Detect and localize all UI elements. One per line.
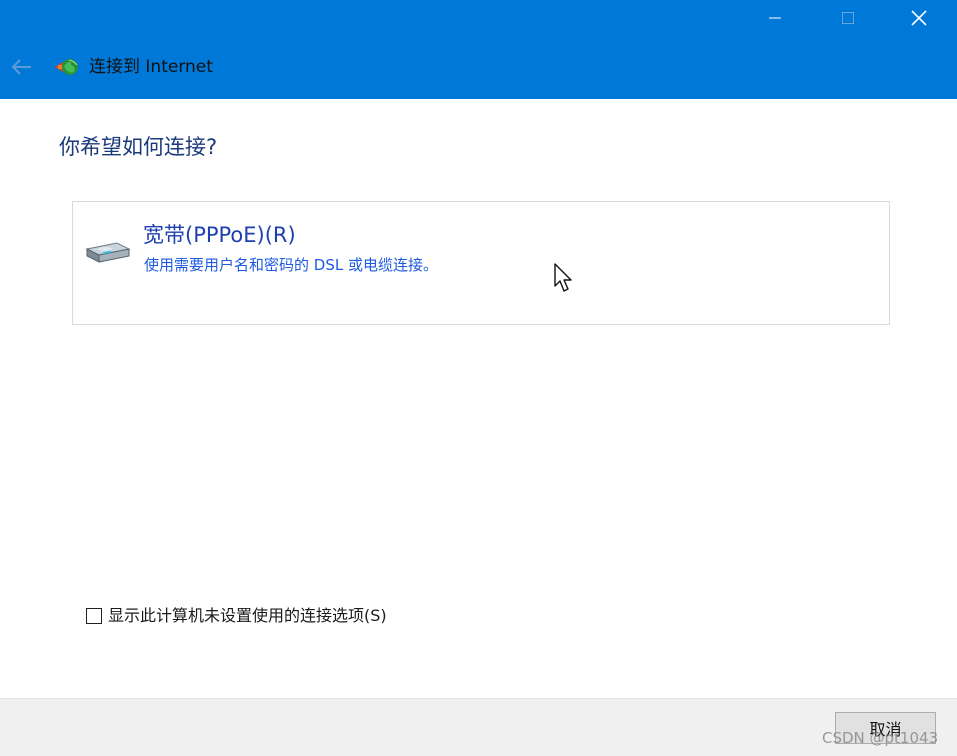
show-unsetup-options-checkbox[interactable] bbox=[86, 608, 102, 624]
checkbox-label: 显示此计算机未设置使用的连接选项(S) bbox=[108, 606, 387, 625]
back-arrow-icon bbox=[11, 59, 31, 75]
mouse-pointer-icon bbox=[554, 263, 572, 292]
option-title: 宽带(PPPoE)(R) bbox=[143, 223, 296, 247]
option-description: 使用需要用户名和密码的 DSL 或电缆连接。 bbox=[144, 256, 438, 274]
minimize-button[interactable] bbox=[752, 0, 798, 36]
window-title: 连接到 Internet bbox=[89, 57, 213, 77]
broadband-modem-icon bbox=[85, 242, 131, 263]
maximize-button[interactable] bbox=[825, 0, 871, 36]
watermark-text: CSDN @pt1043 bbox=[822, 729, 939, 747]
show-unsetup-options-checkbox-row[interactable]: 显示此计算机未设置使用的连接选项(S) bbox=[86, 605, 387, 627]
minimize-icon bbox=[769, 17, 781, 19]
page-heading: 你希望如何连接? bbox=[59, 135, 218, 159]
close-button[interactable] bbox=[896, 0, 942, 36]
maximize-icon bbox=[842, 12, 854, 24]
back-button[interactable] bbox=[6, 54, 36, 80]
dialog-footer bbox=[0, 698, 957, 756]
title-bar: 连接到 Internet bbox=[0, 0, 957, 99]
broadband-pppoe-option[interactable]: 宽带(PPPoE)(R) 使用需要用户名和密码的 DSL 或电缆连接。 bbox=[72, 201, 890, 325]
network-globe-icon bbox=[55, 59, 78, 75]
close-icon bbox=[911, 10, 927, 26]
